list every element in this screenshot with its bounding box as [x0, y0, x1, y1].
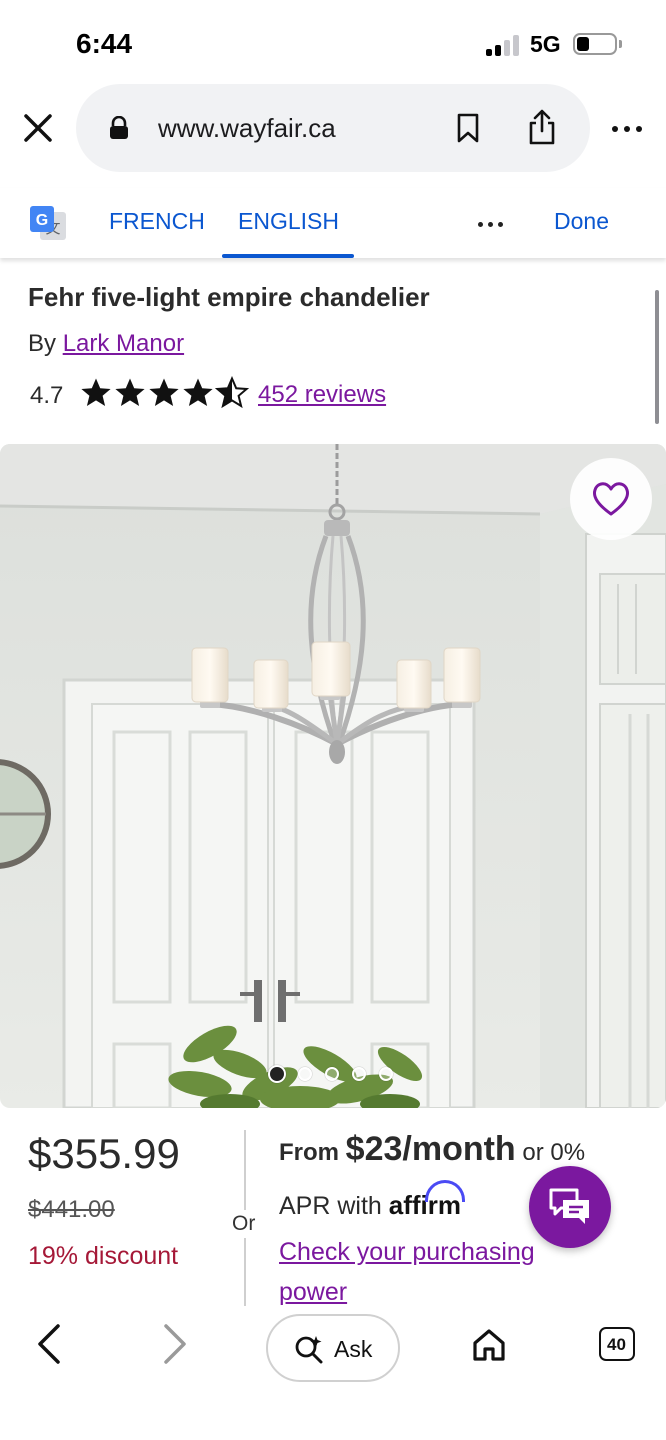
favorite-button[interactable]	[570, 458, 652, 540]
original-price: $441.00	[28, 1196, 115, 1223]
by-prefix: By	[28, 330, 57, 357]
google-translate-icon: 文 G	[28, 204, 68, 244]
close-icon[interactable]	[18, 108, 58, 148]
discount-label: 19% discount	[28, 1242, 179, 1270]
translate-more-icon[interactable]	[478, 222, 504, 228]
chat-button[interactable]	[529, 1166, 611, 1248]
carousel-dot[interactable]	[298, 1067, 312, 1081]
rate-label: or 0%	[522, 1139, 586, 1166]
scrollbar[interactable]	[655, 290, 659, 424]
financing-line: From $23/month or 0%	[279, 1130, 585, 1169]
from-label: From	[279, 1139, 339, 1166]
battery-icon	[573, 33, 617, 55]
affirm-logo: affirm	[389, 1180, 465, 1220]
product-image[interactable]	[0, 444, 666, 1108]
selected-tab-indicator	[222, 254, 354, 258]
status-time: 6:44	[76, 28, 133, 59]
done-button[interactable]: Done	[554, 208, 609, 235]
star-icon	[115, 378, 145, 406]
rating-value: 4.7	[30, 382, 64, 409]
ask-sparkle-search-icon	[294, 1334, 324, 1364]
carousel-dot[interactable]	[268, 1065, 286, 1083]
star-icon	[149, 378, 179, 406]
status-bar: 6:44 5G	[0, 0, 666, 82]
ask-label: Ask	[334, 1336, 373, 1362]
monthly-price: $23/month	[345, 1130, 516, 1168]
carousel-dot[interactable]	[379, 1067, 393, 1081]
brand-link[interactable]: Lark Manor	[63, 330, 184, 357]
reviews-link[interactable]: 452 reviews	[258, 381, 386, 409]
product-title: Fehr five-light empire chandelier	[28, 282, 430, 312]
apr-line: APR with affirm	[279, 1180, 465, 1221]
star-icon	[183, 378, 213, 406]
back-icon[interactable]	[34, 1322, 64, 1366]
svg-text:G: G	[36, 212, 48, 229]
url-text[interactable]: www.wayfair.ca	[158, 113, 336, 144]
apr-label: APR with	[279, 1192, 382, 1220]
or-label: Or	[232, 1210, 256, 1238]
star-half-icon	[216, 377, 248, 407]
home-icon[interactable]	[470, 1326, 508, 1364]
carousel-dot[interactable]	[352, 1067, 366, 1081]
lock-icon	[108, 115, 130, 140]
signal-strength-icon	[486, 34, 520, 56]
carousel-dots[interactable]	[268, 1065, 398, 1084]
star-icon	[81, 378, 111, 406]
forward-icon[interactable]	[160, 1322, 190, 1366]
rating-stars	[80, 376, 250, 410]
bookmark-icon[interactable]	[455, 112, 481, 144]
network-label: 5G	[530, 31, 561, 57]
tab-count: 40	[607, 1335, 626, 1354]
tabs-button[interactable]: 40	[599, 1327, 635, 1361]
tab-french[interactable]: FRENCH	[109, 208, 205, 235]
check-purchasing-power-link[interactable]: Check your purchasing power	[279, 1232, 579, 1312]
share-icon[interactable]	[526, 108, 558, 146]
heart-icon	[593, 482, 629, 516]
more-icon[interactable]	[612, 126, 644, 134]
brand-line: By Lark Manor	[28, 330, 184, 358]
carousel-dot[interactable]	[325, 1067, 339, 1081]
price: $355.99	[28, 1130, 180, 1177]
chat-icon	[549, 1188, 589, 1224]
tab-english[interactable]: ENGLISH	[238, 208, 339, 235]
ask-button[interactable]: Ask	[266, 1314, 400, 1382]
translate-bar: 文 G FRENCH ENGLISH Done	[0, 188, 666, 258]
